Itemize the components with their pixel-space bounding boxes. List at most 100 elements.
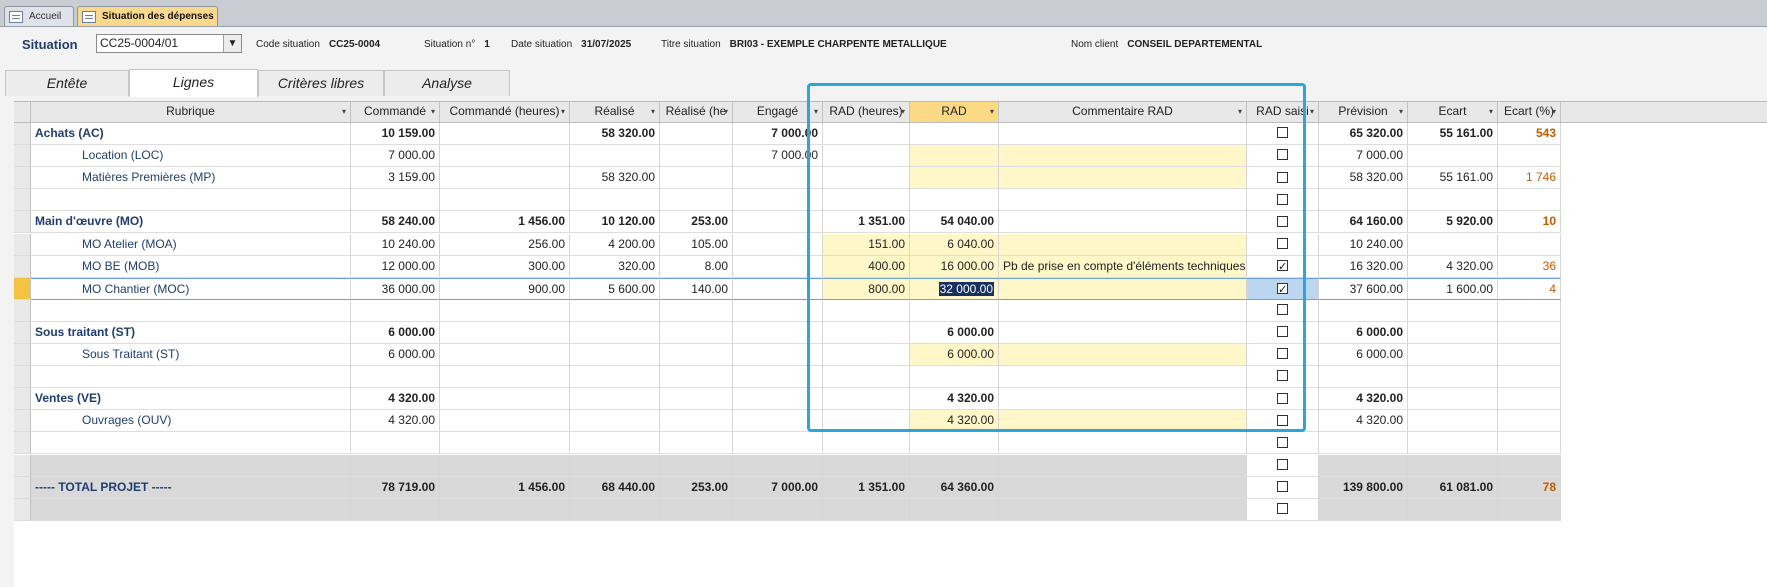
cell-rad-h[interactable] bbox=[823, 454, 910, 477]
cell-rad-saisi[interactable] bbox=[1247, 123, 1319, 146]
cell-engage[interactable] bbox=[733, 410, 823, 433]
cell-commentaire[interactable] bbox=[999, 476, 1247, 499]
cell-ecart-pct[interactable] bbox=[1498, 366, 1561, 389]
cell-realise[interactable]: 58 320.00 bbox=[570, 123, 660, 146]
cell-commande[interactable]: 12 000.00 bbox=[351, 255, 440, 278]
record-selector[interactable] bbox=[14, 233, 31, 256]
cell-ecart-pct[interactable] bbox=[1498, 454, 1561, 477]
cell-rad-h[interactable]: 800.00 bbox=[823, 277, 910, 300]
cell-rad-saisi[interactable] bbox=[1247, 410, 1319, 433]
cell-ecart[interactable] bbox=[1408, 366, 1498, 389]
cell-realise-h[interactable]: 105.00 bbox=[660, 233, 733, 256]
cell-prevision[interactable] bbox=[1319, 189, 1408, 212]
record-selector[interactable] bbox=[14, 454, 31, 477]
cell-engage[interactable] bbox=[733, 366, 823, 389]
table-row[interactable] bbox=[14, 189, 1767, 212]
cell-rad-h[interactable]: 1 351.00 bbox=[823, 211, 910, 234]
cell-realise[interactable]: 58 320.00 bbox=[570, 167, 660, 190]
filter-arrow-icon[interactable]: ▾ bbox=[1552, 102, 1556, 121]
cell-ecart-pct[interactable]: 78 bbox=[1498, 476, 1561, 499]
cell-rubrique[interactable]: Ouvrages (OUV) bbox=[31, 410, 351, 433]
cell-prevision[interactable] bbox=[1319, 299, 1408, 322]
cell-rad[interactable] bbox=[910, 432, 999, 455]
checkbox-unchecked[interactable] bbox=[1277, 348, 1288, 360]
cell-rad[interactable]: 64 360.00 bbox=[910, 476, 999, 499]
record-selector[interactable] bbox=[14, 123, 31, 146]
filter-arrow-icon[interactable]: ▾ bbox=[901, 102, 905, 121]
cell-prevision[interactable]: 6 000.00 bbox=[1319, 344, 1408, 367]
cell-commande[interactable]: 6 000.00 bbox=[351, 321, 440, 344]
cell-ecart-pct[interactable]: 36 bbox=[1498, 255, 1561, 278]
cell-rubrique[interactable] bbox=[31, 432, 351, 455]
cell-realise-h[interactable]: 253.00 bbox=[660, 211, 733, 234]
cell-ecart[interactable] bbox=[1408, 388, 1498, 411]
table-row[interactable]: MO BE (MOB) 12 000.00 300.00 320.00 8.00 400.… bbox=[14, 255, 1767, 278]
cell-realise-h[interactable] bbox=[660, 432, 733, 455]
cell-commande-h[interactable]: 1 456.00 bbox=[440, 476, 570, 499]
cell-realise-h[interactable] bbox=[660, 321, 733, 344]
cell-realise-h[interactable] bbox=[660, 123, 733, 146]
cell-commande[interactable] bbox=[351, 366, 440, 389]
cell-engage[interactable] bbox=[733, 255, 823, 278]
column-header-prevision[interactable]: Prévision ▾ bbox=[1319, 102, 1408, 122]
cell-realise[interactable] bbox=[570, 432, 660, 455]
cell-commande[interactable]: 4 320.00 bbox=[351, 410, 440, 433]
cell-realise[interactable] bbox=[570, 344, 660, 367]
cell-rad[interactable] bbox=[910, 167, 999, 190]
cell-realise[interactable]: 10 120.00 bbox=[570, 211, 660, 234]
cell-rad-saisi[interactable] bbox=[1247, 366, 1319, 389]
cell-realise[interactable] bbox=[570, 321, 660, 344]
cell-rad[interactable]: 32 000.00 bbox=[910, 277, 999, 300]
checkbox-unchecked[interactable] bbox=[1277, 171, 1288, 183]
checkbox-checked[interactable] bbox=[1277, 257, 1288, 277]
cell-commande-h[interactable]: 900.00 bbox=[440, 277, 570, 300]
cell-realise-h[interactable] bbox=[660, 145, 733, 168]
column-header-realise-h[interactable]: Réalisé (he ▾ bbox=[660, 102, 733, 122]
cell-ecart[interactable]: 55 161.00 bbox=[1408, 123, 1498, 146]
cell-realise[interactable] bbox=[570, 145, 660, 168]
cell-rad[interactable] bbox=[910, 366, 999, 389]
column-header-rubrique[interactable]: Rubrique ▾ bbox=[31, 102, 351, 122]
cell-commande-h[interactable]: 256.00 bbox=[440, 233, 570, 256]
column-header-ecart-pct[interactable]: Ecart (%) ▾ bbox=[1498, 102, 1561, 122]
cell-rad-h[interactable] bbox=[823, 189, 910, 212]
filter-arrow-icon[interactable]: ▾ bbox=[990, 102, 994, 121]
cell-prevision[interactable] bbox=[1319, 498, 1408, 521]
cell-ecart[interactable]: 61 081.00 bbox=[1408, 476, 1498, 499]
cell-prevision[interactable]: 16 320.00 bbox=[1319, 255, 1408, 278]
filter-arrow-icon[interactable]: ▾ bbox=[561, 102, 565, 121]
cell-rad-h[interactable] bbox=[823, 366, 910, 389]
cell-rad-saisi[interactable] bbox=[1247, 476, 1319, 499]
cell-prevision[interactable] bbox=[1319, 454, 1408, 477]
cell-commande[interactable]: 78 719.00 bbox=[351, 476, 440, 499]
cell-ecart[interactable] bbox=[1408, 233, 1498, 256]
table-row[interactable]: Sous Traitant (ST) 6 000.00 6 000.00 6 000.… bbox=[14, 344, 1767, 367]
filter-arrow-icon[interactable]: ▾ bbox=[1399, 102, 1403, 121]
cell-realise-h[interactable]: 8.00 bbox=[660, 255, 733, 278]
cell-commande-h[interactable] bbox=[440, 410, 570, 433]
cell-ecart-pct[interactable]: 543 bbox=[1498, 123, 1561, 146]
cell-commande[interactable]: 6 000.00 bbox=[351, 344, 440, 367]
cell-rad-h[interactable] bbox=[823, 432, 910, 455]
cell-realise-h[interactable] bbox=[660, 366, 733, 389]
cell-rad-saisi[interactable] bbox=[1247, 498, 1319, 521]
filter-arrow-icon[interactable]: ▾ bbox=[1489, 102, 1493, 121]
cell-rubrique[interactable] bbox=[31, 454, 351, 477]
cell-rubrique[interactable]: Ventes (VE) bbox=[31, 388, 351, 411]
cell-ecart[interactable] bbox=[1408, 321, 1498, 344]
column-header-rad-saisi[interactable]: RAD saisi ▾ bbox=[1247, 102, 1319, 122]
cell-rad-saisi[interactable] bbox=[1247, 167, 1319, 190]
cell-rad-h[interactable]: 400.00 bbox=[823, 255, 910, 278]
cell-ecart-pct[interactable]: 10 bbox=[1498, 211, 1561, 234]
cell-ecart-pct[interactable] bbox=[1498, 299, 1561, 322]
filter-arrow-icon[interactable]: ▾ bbox=[814, 102, 818, 121]
cell-commande[interactable]: 3 159.00 bbox=[351, 167, 440, 190]
cell-engage[interactable] bbox=[733, 211, 823, 234]
table-row[interactable] bbox=[14, 366, 1767, 389]
cell-rad-h[interactable] bbox=[823, 123, 910, 146]
cell-prevision[interactable]: 7 000.00 bbox=[1319, 145, 1408, 168]
filter-arrow-icon[interactable]: ▾ bbox=[342, 102, 346, 121]
table-row[interactable]: Ouvrages (OUV) 4 320.00 4 320.00 4 320.00 bbox=[14, 410, 1767, 433]
cell-commentaire[interactable] bbox=[999, 211, 1247, 234]
cell-engage[interactable] bbox=[733, 388, 823, 411]
